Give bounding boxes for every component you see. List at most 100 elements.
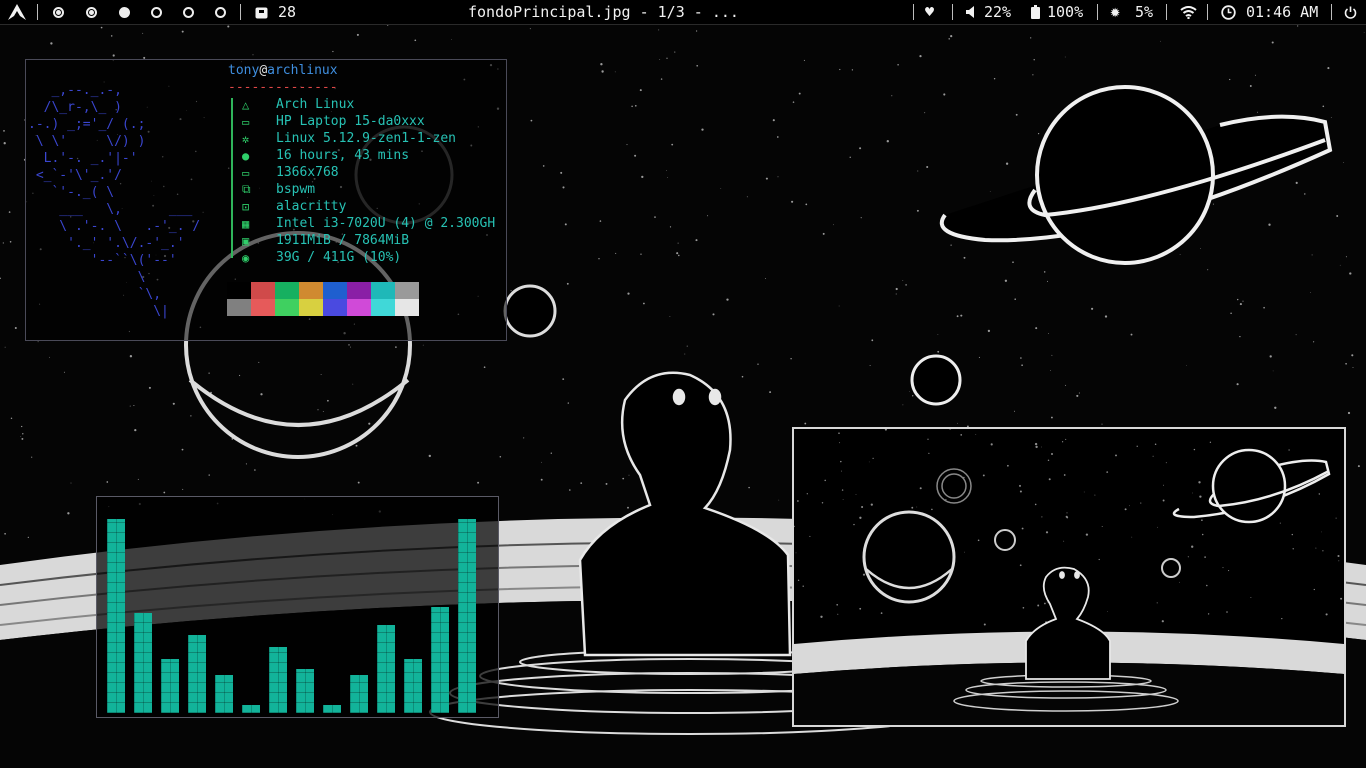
star <box>20 436 22 437</box>
star <box>1254 74 1256 76</box>
star <box>895 293 897 295</box>
audio-visualizer-window[interactable] <box>96 496 499 718</box>
arch-logo-icon[interactable] <box>8 0 26 24</box>
star <box>851 69 854 71</box>
star <box>836 603 839 606</box>
star <box>110 35 113 37</box>
star <box>891 95 893 97</box>
star <box>696 64 699 67</box>
small-bubble <box>503 284 557 338</box>
star <box>838 432 840 434</box>
workspace-1[interactable] <box>53 0 64 24</box>
star <box>1129 505 1130 507</box>
brightness-icon[interactable]: ✹ <box>1110 0 1120 24</box>
star <box>1249 85 1252 87</box>
star <box>182 488 184 490</box>
star <box>822 232 825 235</box>
star <box>667 177 668 179</box>
star <box>824 479 826 482</box>
star <box>598 258 600 260</box>
info-row: ◉ 39G / 411G (10%) <box>242 249 401 266</box>
star <box>1007 464 1009 467</box>
star <box>963 256 966 259</box>
workspace-2[interactable] <box>86 0 97 24</box>
volume-icon[interactable] <box>966 0 976 24</box>
star <box>1343 162 1345 163</box>
cpu-icon: ▦ <box>242 216 250 231</box>
star <box>1063 540 1065 542</box>
star <box>880 612 883 614</box>
star <box>1021 364 1023 367</box>
star <box>1228 570 1230 572</box>
star <box>1033 59 1035 61</box>
star <box>1325 613 1328 616</box>
star <box>1271 41 1274 44</box>
star <box>1140 502 1142 504</box>
visualizer-bar <box>323 705 341 713</box>
star <box>1101 423 1103 425</box>
star <box>3 130 5 132</box>
wifi-icon[interactable] <box>1180 0 1197 24</box>
star <box>1101 526 1103 527</box>
star <box>260 393 263 396</box>
star <box>562 378 565 380</box>
star <box>720 188 722 190</box>
star <box>978 356 980 358</box>
star <box>1047 333 1049 334</box>
star <box>1179 254 1181 255</box>
workspace-4[interactable] <box>151 0 162 24</box>
star <box>949 429 951 430</box>
star <box>820 615 823 618</box>
workspace-6[interactable] <box>215 0 226 24</box>
power-icon[interactable] <box>1344 0 1357 24</box>
star <box>3 142 6 145</box>
color-palette <box>227 282 419 316</box>
star <box>838 305 840 307</box>
star <box>1152 455 1154 457</box>
image-viewer-window[interactable] <box>792 427 1346 727</box>
star <box>886 140 889 143</box>
star <box>1046 280 1049 282</box>
workspace-5[interactable] <box>183 0 194 24</box>
star <box>4 532 6 535</box>
star <box>928 452 930 454</box>
hostname: archlinux <box>267 63 338 78</box>
workspace-3[interactable] <box>119 0 130 24</box>
star <box>1340 597 1343 600</box>
star <box>677 242 679 244</box>
visualizer-bar <box>269 647 287 713</box>
star <box>839 442 841 444</box>
star <box>769 391 772 394</box>
star <box>956 315 959 318</box>
star <box>1015 113 1018 116</box>
star <box>927 438 929 440</box>
terminal-icon: ⊡ <box>242 199 250 214</box>
color-swatch <box>347 282 371 299</box>
visualizer-bar <box>134 613 152 713</box>
star <box>129 405 131 407</box>
star <box>1104 315 1108 318</box>
star <box>669 226 672 228</box>
star <box>849 156 851 158</box>
star <box>950 244 952 246</box>
star <box>4 346 6 348</box>
update-count: 28 <box>278 3 297 21</box>
terminal-window[interactable]: _,--._.-, /\_r-,\_ ) .-.) _;='_/ (.; \ \… <box>25 59 507 341</box>
visualizer-bar <box>161 659 179 713</box>
star <box>9 241 12 243</box>
heart-icon[interactable]: ♥ <box>925 0 934 24</box>
star <box>1222 567 1224 569</box>
star <box>1156 602 1158 604</box>
star <box>1012 261 1014 264</box>
color-swatch <box>251 299 275 316</box>
star <box>839 68 841 71</box>
star <box>428 454 431 458</box>
star <box>1107 611 1108 613</box>
star <box>1115 454 1117 457</box>
star <box>1061 441 1064 443</box>
star <box>776 136 779 138</box>
star <box>712 313 715 316</box>
star <box>654 216 656 218</box>
star <box>634 154 637 157</box>
star <box>795 552 797 554</box>
